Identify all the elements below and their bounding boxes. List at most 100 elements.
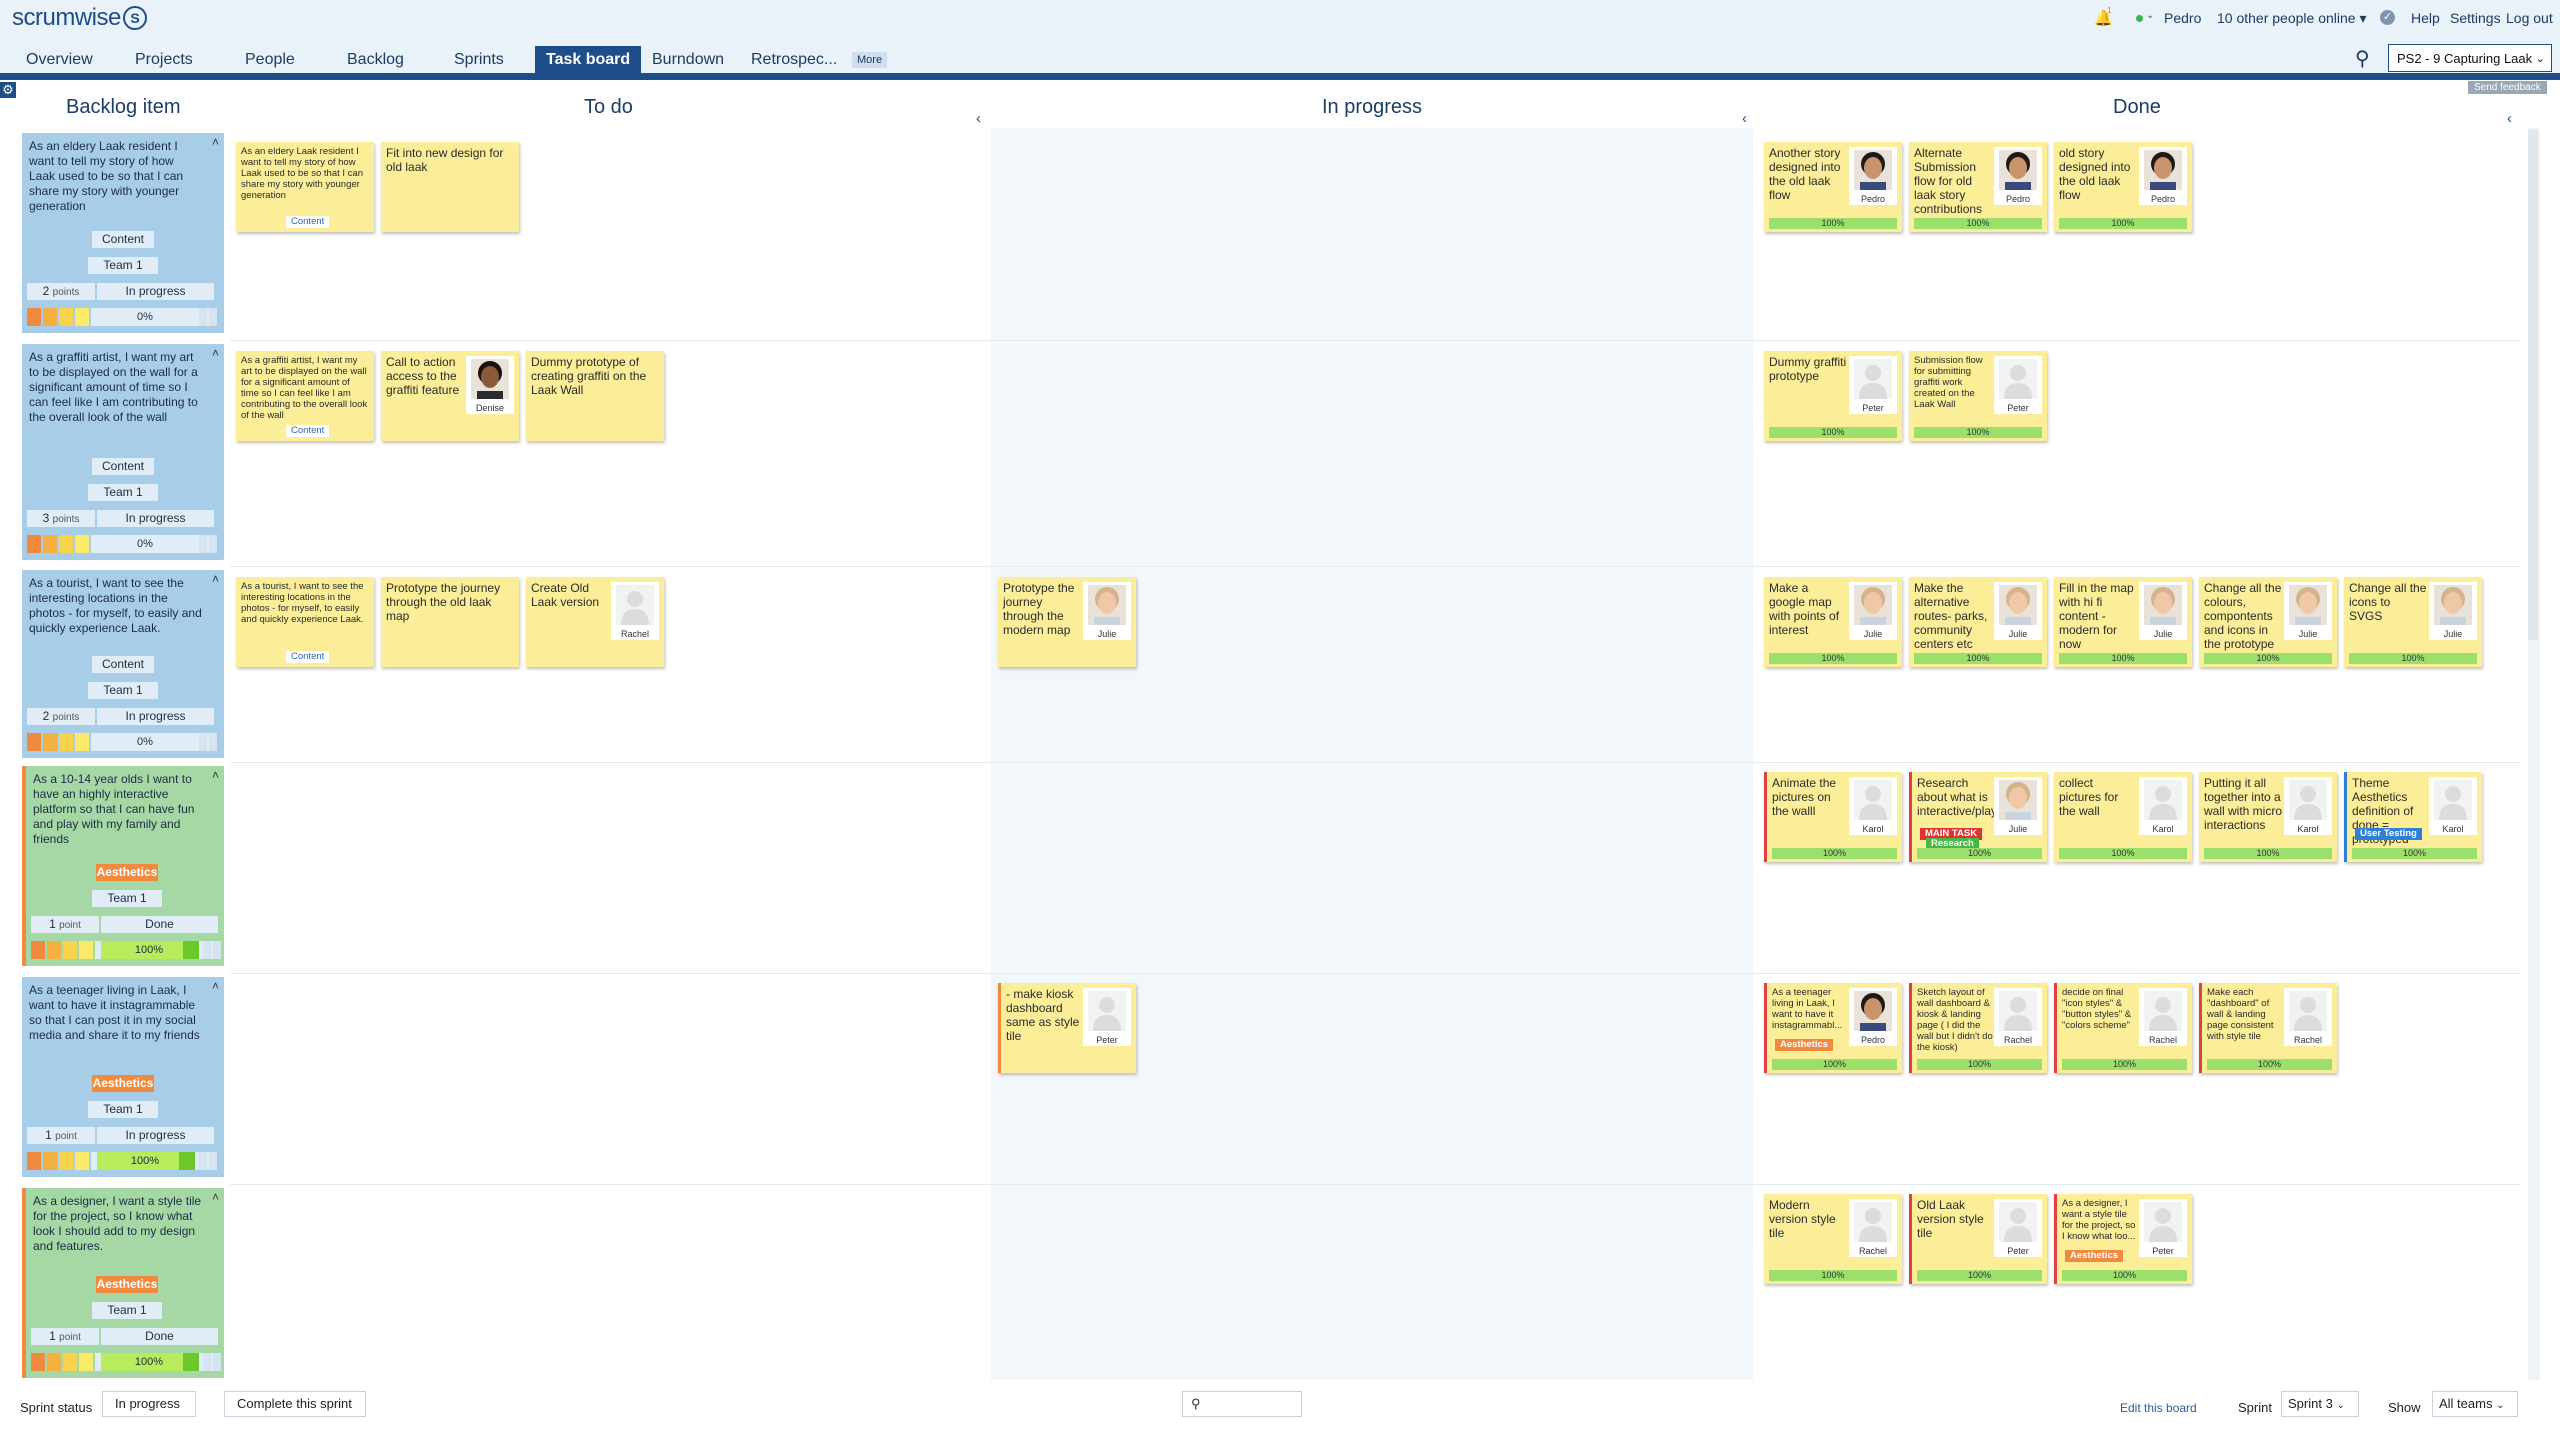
tab-people[interactable]: People — [234, 46, 306, 76]
tab-retrospective[interactable]: Retrospec... — [740, 46, 848, 76]
task-card[interactable]: Prototype the journey through the modern… — [998, 577, 1136, 667]
item-status[interactable]: In progress — [97, 1127, 214, 1144]
task-card[interactable]: Change all the colours, compontents and … — [2199, 577, 2337, 667]
team-badge[interactable]: Team 1 — [88, 484, 158, 501]
settings-link[interactable]: Settings — [2450, 10, 2501, 26]
chevron-down-icon[interactable]: ⌄ — [2146, 10, 2154, 21]
task-card[interactable]: Putting it all together into a wall with… — [2199, 772, 2337, 862]
task-card[interactable]: Make each "dashboard" of wall & landing … — [2199, 983, 2337, 1073]
points-badge[interactable]: 1 point — [27, 1127, 95, 1144]
task-card[interactable]: As a graffiti artist, I want my art to b… — [236, 351, 374, 441]
task-card[interactable]: Research about what is interactive/play.… — [1909, 772, 2047, 862]
team-badge[interactable]: Team 1 — [88, 682, 158, 699]
theme-tag[interactable]: Aesthetics — [96, 864, 158, 881]
item-status[interactable]: In progress — [97, 510, 214, 527]
task-card[interactable]: Create Old Laak version Rachel — [526, 577, 664, 667]
task-card[interactable]: As an eldery Laak resident I want to tel… — [236, 142, 374, 232]
collapse-in-progress-icon[interactable]: ‹ — [1742, 110, 1747, 127]
task-card[interactable]: Dummy graffiti prototype Peter 100% — [1764, 351, 1902, 441]
backlog-item[interactable]: As a designer, I want a style tile for t… — [22, 1188, 224, 1378]
logout-link[interactable]: Log out — [2506, 10, 2553, 26]
task-card[interactable]: Fill in the map with hi fi content - mod… — [2054, 577, 2192, 667]
theme-tag[interactable]: Content — [92, 458, 154, 475]
task-tag[interactable]: User Testing — [2355, 828, 2422, 840]
task-card[interactable]: Make the alternative routes- parks, comm… — [1909, 577, 2047, 667]
task-card[interactable]: Sketch layout of wall dashboard & kiosk … — [1909, 983, 2047, 1073]
project-sprint-select[interactable]: PS2 - 9 Capturing Laak ⌄ — [2388, 44, 2552, 72]
points-badge[interactable]: 1 point — [31, 1328, 99, 1345]
item-status[interactable]: In progress — [97, 283, 214, 300]
backlog-item[interactable]: As an eldery Laak resident I want to tel… — [22, 133, 224, 333]
tab-overview[interactable]: Overview — [15, 46, 104, 76]
check-icon[interactable]: ✓ — [2380, 10, 2395, 25]
chevron-up-icon[interactable]: ˄ — [212, 979, 219, 994]
tab-projects[interactable]: Projects — [124, 46, 204, 76]
chevron-up-icon[interactable]: ˄ — [212, 346, 219, 361]
tab-burndown[interactable]: Burndown — [641, 46, 735, 76]
task-card[interactable]: Another story designed into the old laak… — [1764, 142, 1902, 232]
team-filter-select[interactable]: All teams ⌄ — [2432, 1391, 2518, 1417]
complete-sprint-button[interactable]: Complete this sprint — [224, 1391, 366, 1417]
task-card[interactable]: Animate the pictures on the walll Karol 10… — [1764, 772, 1902, 862]
task-card[interactable]: Change all the icons to SVGS Julie 100% — [2344, 577, 2482, 667]
team-badge[interactable]: Team 1 — [88, 1101, 158, 1118]
help-link[interactable]: Help — [2411, 10, 2440, 26]
team-badge[interactable]: Team 1 — [92, 1302, 162, 1319]
task-tag[interactable]: Content — [286, 425, 330, 437]
task-card[interactable]: - make kiosk dashboard same as style til… — [998, 983, 1136, 1073]
online-people-menu[interactable]: 10 other people online ▾ — [2217, 10, 2366, 27]
task-card[interactable]: Old Laak version style tile Peter 100% — [1909, 1194, 2047, 1284]
task-card[interactable]: Modern version style tile Rachel 100% — [1764, 1194, 1902, 1284]
backlog-item[interactable]: As a 10-14 year olds I want to have an h… — [22, 766, 224, 966]
tab-sprints[interactable]: Sprints — [443, 46, 515, 76]
points-badge[interactable]: 2 points — [27, 283, 95, 300]
collapse-done-icon[interactable]: ‹ — [2507, 110, 2512, 127]
points-badge[interactable]: 2 points — [27, 708, 95, 725]
tab-task-board[interactable]: Task board — [535, 46, 642, 76]
backlog-item[interactable]: As a teenager living in Laak, I want to … — [22, 977, 224, 1177]
collapse-todo-icon[interactable]: ‹ — [976, 110, 981, 127]
task-card[interactable]: As a tourist, I want to see the interest… — [236, 577, 374, 667]
more-tabs-button[interactable]: More — [852, 52, 888, 68]
chevron-up-icon[interactable]: ˄ — [212, 1190, 219, 1205]
backlog-item[interactable]: As a tourist, I want to see the interest… — [22, 570, 224, 758]
item-status[interactable]: Done — [101, 1328, 218, 1345]
chevron-up-icon[interactable]: ˄ — [212, 135, 219, 150]
task-tag[interactable]: Content — [286, 651, 330, 663]
task-card[interactable]: old story designed into the old laak flo… — [2054, 142, 2192, 232]
task-card[interactable]: Submission flow for submitting graffiti … — [1909, 351, 2047, 441]
board-search-input[interactable]: ⚲ — [1182, 1391, 1302, 1417]
task-card[interactable]: collect pictures for the wall Karol 100% — [2054, 772, 2192, 862]
points-badge[interactable]: 3 points — [27, 510, 95, 527]
edit-board-link[interactable]: Edit this board — [2120, 1401, 2197, 1415]
app-logo[interactable]: scrumwise S — [12, 4, 147, 32]
team-badge[interactable]: Team 1 — [88, 257, 158, 274]
search-icon[interactable]: ⚲ — [2355, 46, 2370, 71]
item-status[interactable]: In progress — [97, 708, 214, 725]
task-card[interactable]: Alternate Submission flow for old laak s… — [1909, 142, 2047, 232]
board-scrollbar-thumb[interactable] — [2528, 130, 2538, 640]
task-card[interactable]: Fit into new design for old laak — [381, 142, 519, 232]
task-card[interactable]: decide on final "icon styles" & "button … — [2054, 983, 2192, 1073]
theme-tag[interactable]: Content — [92, 231, 154, 248]
task-card[interactable]: Call to action access to the graffiti fe… — [381, 351, 519, 441]
backlog-item[interactable]: As a graffiti artist, I want my art to b… — [22, 344, 224, 560]
task-card[interactable]: Make a google map with points of interes… — [1764, 577, 1902, 667]
task-card[interactable]: As a designer, I want a style tile for t… — [2054, 1194, 2192, 1284]
theme-tag[interactable]: Aesthetics — [92, 1075, 154, 1092]
theme-tag[interactable]: Aesthetics — [96, 1276, 158, 1293]
sprint-status-value[interactable]: In progress — [102, 1391, 196, 1417]
task-tag[interactable]: Content — [286, 216, 330, 228]
theme-tag[interactable]: Content — [92, 656, 154, 673]
chevron-up-icon[interactable]: ˄ — [212, 768, 219, 783]
item-status[interactable]: Done — [101, 916, 218, 933]
team-badge[interactable]: Team 1 — [92, 890, 162, 907]
task-card[interactable]: Theme Aesthetics definition of done = pr… — [2344, 772, 2482, 862]
sprint-select[interactable]: Sprint 3 ⌄ — [2281, 1391, 2359, 1417]
task-card[interactable]: Prototype the journey through the old la… — [381, 577, 519, 667]
send-feedback-button[interactable]: Send feedback — [2468, 81, 2547, 94]
task-tag[interactable]: Aesthetics — [2065, 1250, 2124, 1262]
user-menu[interactable]: Pedro — [2164, 10, 2201, 26]
chevron-up-icon[interactable]: ˄ — [212, 572, 219, 587]
points-badge[interactable]: 1 point — [31, 916, 99, 933]
